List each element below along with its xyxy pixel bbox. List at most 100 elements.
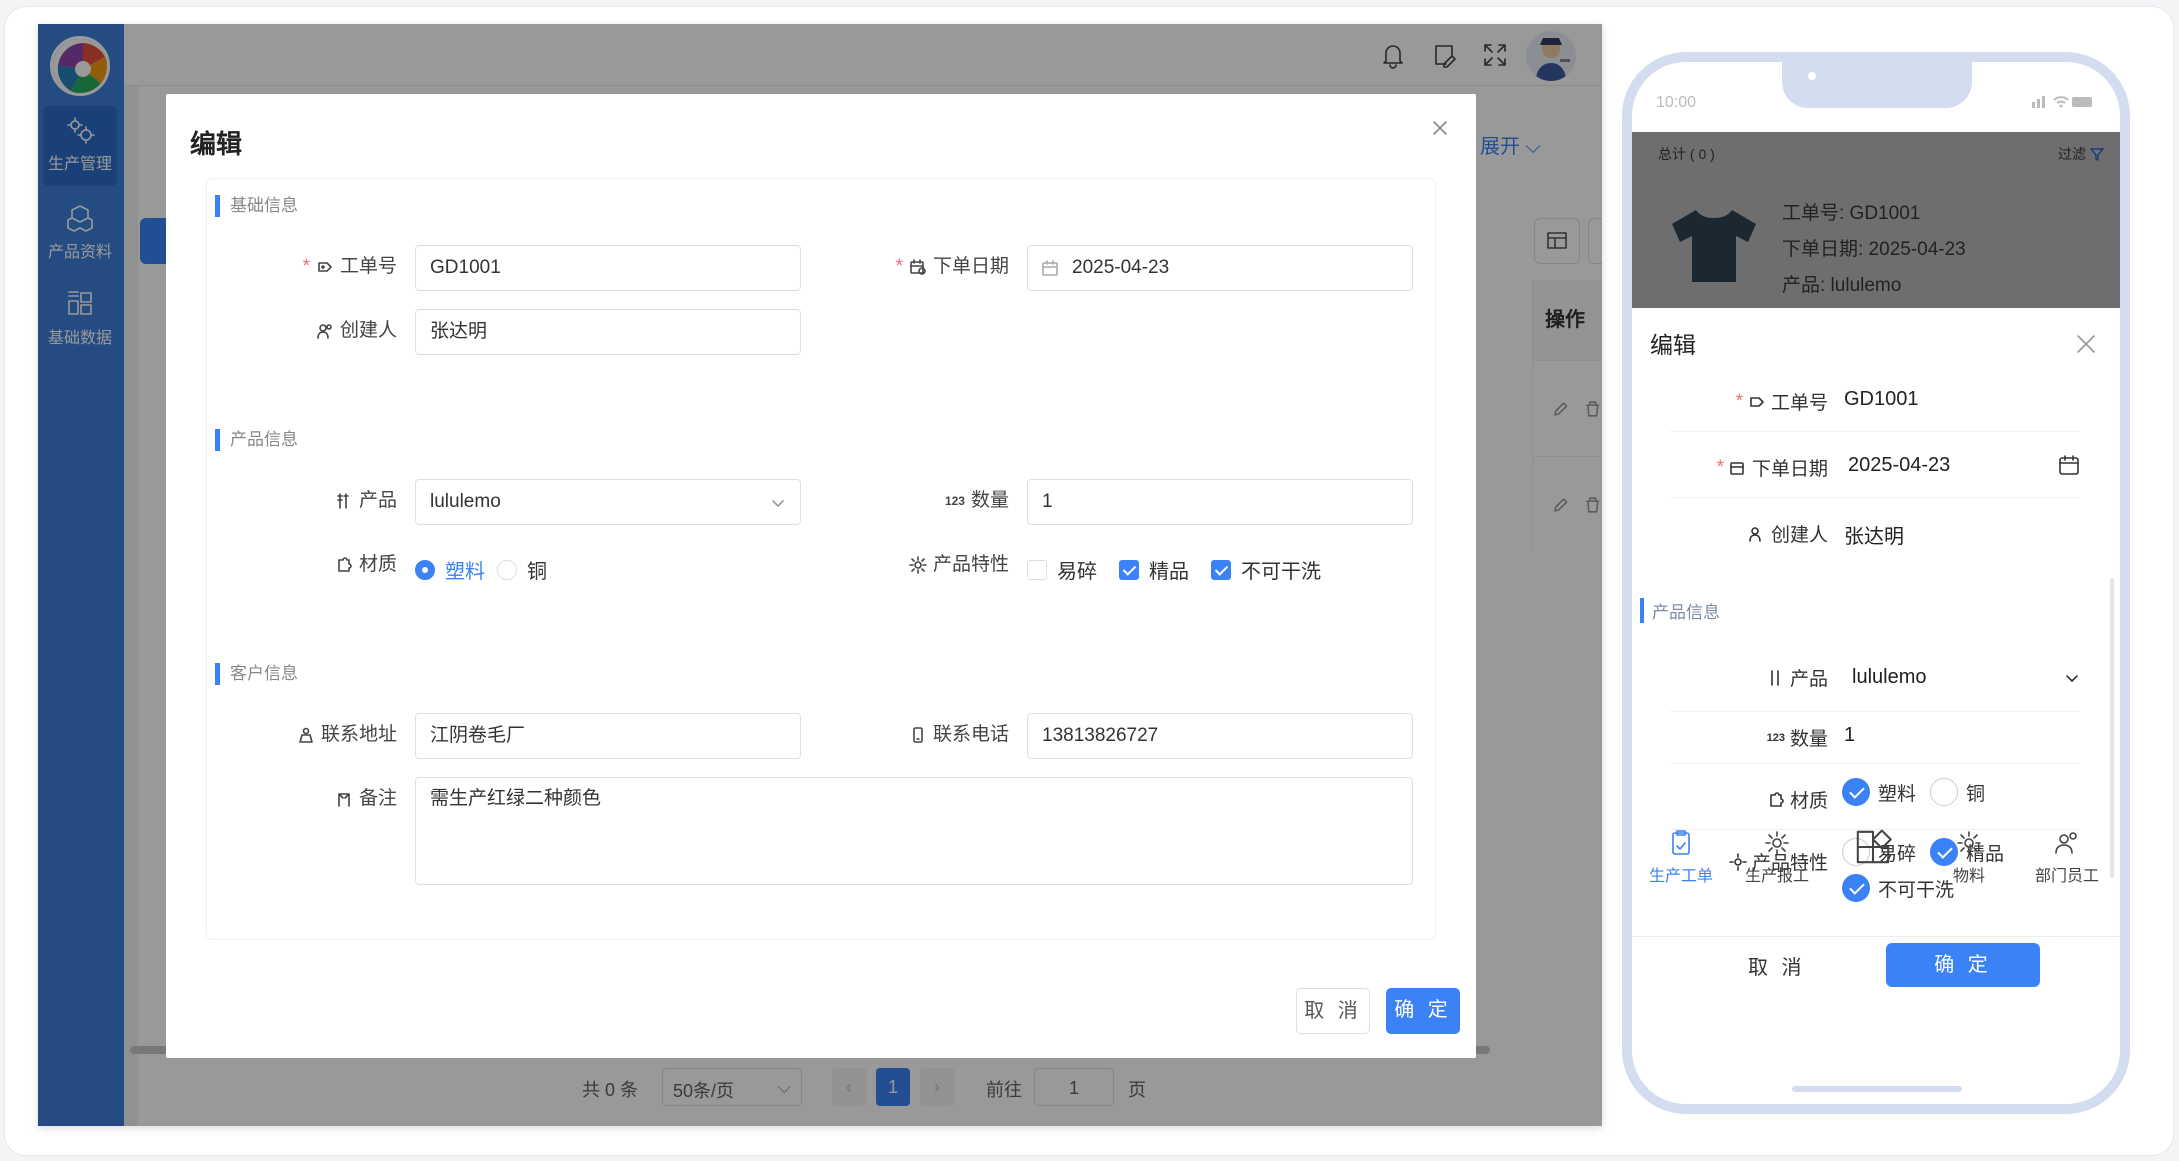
order-date-label: * 下单日期 (895, 256, 1009, 277)
filter-button[interactable]: 过滤 (2058, 144, 2104, 164)
material-radio-plastic[interactable]: 塑料 (415, 555, 485, 584)
quantity-input[interactable]: 1 (1027, 479, 1413, 525)
home-indicator (1792, 1086, 1962, 1092)
note-icon (338, 793, 350, 807)
calendar-icon (1042, 260, 1058, 276)
quantity-value: 1 (1844, 724, 1856, 746)
order-no-input[interactable]: GD1001 (415, 245, 801, 291)
clipboard-icon (1672, 830, 1690, 855)
phone-notch (1782, 62, 1972, 108)
desktop-app: 生产管理 产品资料 基础数据 展开 ⌵ 操作 共 0 条 50条/页 ⌵ ‹ 1… (38, 24, 1602, 1126)
creator-input[interactable]: 张达明 (415, 309, 801, 355)
tab-production-report[interactable]: 生产报工 (1732, 828, 1822, 886)
mobile-edit-sheet: 编辑 * 工单号 GD1001 * 下单日期 2025-04-23 创建人 张达明 … (1632, 308, 2120, 1104)
dialog-title: 编辑 (190, 129, 243, 159)
radio-dot (415, 559, 435, 580)
user-icon (317, 324, 332, 339)
sheet-title: 编辑 (1650, 332, 1696, 358)
quantity-label: 123 数量 (807, 479, 1009, 523)
product-thumbnail (1672, 210, 1756, 282)
mobile-cancel-button[interactable]: 取 消 (1748, 951, 1806, 980)
product-label: 产品 (207, 479, 397, 523)
checkbox-box (1119, 559, 1139, 580)
tools-icon (1771, 669, 1779, 686)
tag-icon (1750, 396, 1764, 407)
calendar-clock-icon (1730, 461, 1744, 475)
cancel-button[interactable]: 取 消 (1296, 988, 1370, 1034)
order-no-value: GD1001 (1844, 388, 1919, 410)
mobile-material-row: 材质 塑料 铜 (1670, 764, 2080, 830)
sheet-footer: 取 消 确 定 (1632, 936, 2120, 998)
material-option-copper[interactable]: 铜 (1930, 778, 1985, 806)
feature-checkbox-premium[interactable]: 精品 (1119, 555, 1189, 584)
checkbox-box (1027, 559, 1047, 580)
calendar-clock-icon (910, 259, 926, 275)
edit-dialog: 编辑 基础信息 * 工单号 GD1001 * 下单日期 2025-04-23 创… (166, 94, 1476, 1058)
users-icon (2055, 832, 2077, 854)
phone-input[interactable]: 13813826727 (1027, 713, 1413, 759)
circle-icon (1930, 778, 1959, 806)
calendar-icon[interactable] (2058, 454, 2080, 476)
card-product: 产品: lululemo (1782, 275, 1902, 296)
tab-center[interactable] (1828, 828, 1918, 870)
feature-checkbox-fragile[interactable]: 易碎 (1027, 555, 1097, 584)
order-date-value: 2025-04-23 (1072, 257, 1170, 278)
mobile-device: 10:00 总计 ( 0 ) 过滤 工单号: GD1001 下单日期: 2025… (1622, 52, 2130, 1114)
address-input[interactable]: 江阴卷毛厂 (415, 713, 801, 759)
card-order-date: 下单日期: 2025-04-23 (1782, 239, 1966, 260)
mobile-icon (913, 727, 923, 743)
order-date-value: 2025-04-23 (1848, 454, 1951, 476)
section-product-info: 产品信息 (215, 429, 298, 451)
product-value: lululemo (1852, 666, 1927, 688)
status-time: 10:00 (1656, 94, 1697, 111)
material-label: 材质 (207, 543, 397, 587)
sun-icon (1957, 831, 1981, 855)
tab-department-staff[interactable]: 部门员工 (2022, 828, 2112, 886)
close-icon[interactable] (2072, 330, 2100, 358)
material-label: 材质 (1767, 786, 1828, 813)
section-basic-info: 基础信息 (215, 195, 298, 217)
check-circle-icon (1842, 778, 1870, 806)
remark-textarea[interactable]: 需生产红绿二种颜色 (415, 777, 1413, 885)
mobile-total: 总计 ( 0 ) (1658, 146, 1715, 162)
radio-dot (497, 559, 517, 580)
user-icon (1749, 526, 1761, 542)
chevron-down-icon (2066, 675, 2078, 682)
sun-icon (909, 556, 927, 574)
puzzle-icon (1770, 791, 1784, 807)
tab-production-order[interactable]: 生产工单 (1636, 828, 1726, 886)
order-card: 总计 ( 0 ) 过滤 工单号: GD1001 下单日期: 2025-04-23… (1632, 132, 2120, 308)
chevron-down-icon (772, 500, 784, 507)
card-order-no: 工单号: GD1001 (1782, 203, 1921, 224)
person-pin-icon (299, 727, 313, 743)
material-radio-copper[interactable]: 铜 (497, 555, 547, 584)
mobile-confirm-button[interactable]: 确 定 (1886, 943, 2040, 987)
product-select[interactable]: lululemo (415, 479, 801, 525)
creator-label: 创建人 (1748, 520, 1828, 547)
features-label: 产品特性 (807, 543, 1009, 587)
mobile-screen: 总计 ( 0 ) 过滤 工单号: GD1001 下单日期: 2025-04-23… (1632, 132, 2120, 1104)
mobile-product-row[interactable]: 产品 lululemo (1670, 642, 2080, 712)
mobile-order-no-row[interactable]: * 工单号 GD1001 (1670, 368, 2080, 432)
creator-label: 创建人 (207, 309, 397, 353)
confirm-button[interactable]: 确 定 (1386, 988, 1460, 1034)
status-icons (2032, 96, 2092, 108)
section-customer-info: 客户信息 (215, 663, 298, 685)
checkbox-box (1211, 559, 1231, 580)
mobile-quantity-row[interactable]: 123 数量 1 (1670, 712, 2080, 764)
address-label: 联系地址 (207, 713, 397, 757)
tab-materials[interactable]: 物料 (1924, 828, 2014, 886)
filter-icon (2090, 148, 2104, 161)
order-no-label: * 工单号 (1735, 390, 1828, 415)
order-date-picker[interactable]: 2025-04-23 (1027, 245, 1413, 291)
material-option-plastic[interactable]: 塑料 (1842, 778, 1916, 806)
mobile-order-date-row[interactable]: * 下单日期 2025-04-23 (1670, 432, 2080, 498)
shapes-icon (1856, 829, 1892, 864)
feature-checkbox-no-dryclean[interactable]: 不可干洗 (1211, 555, 1321, 584)
close-icon[interactable] (1428, 116, 1452, 140)
product-value: lululemo (430, 491, 501, 512)
tag-icon (318, 262, 332, 272)
order-date-label: * 下单日期 (1716, 456, 1828, 481)
check-circle-icon (1842, 874, 1870, 902)
phone-label: 联系电话 (807, 713, 1009, 757)
